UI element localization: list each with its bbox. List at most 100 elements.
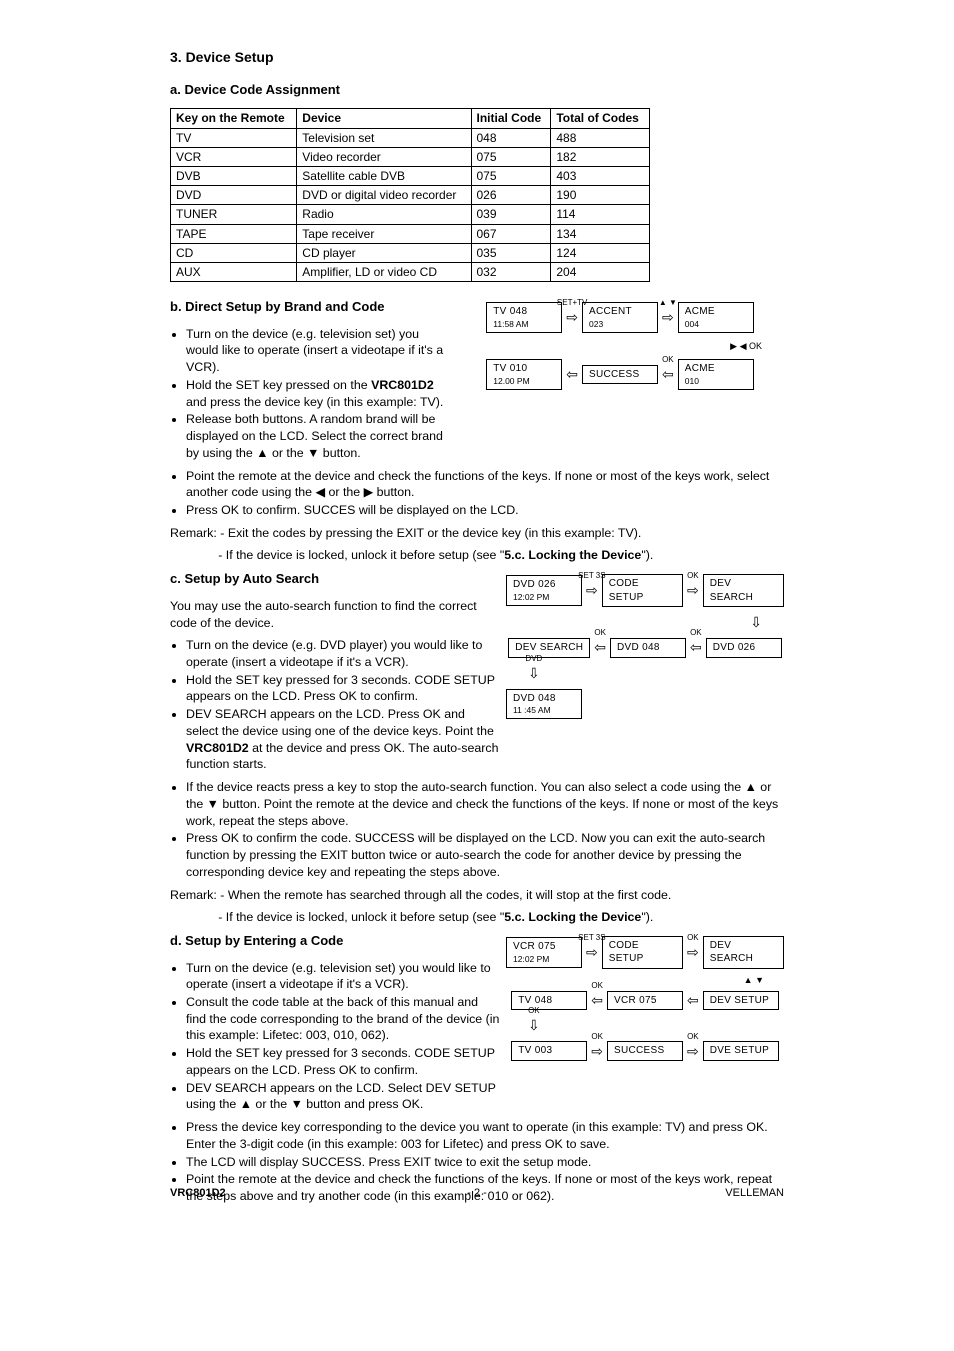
table-cell: 075 xyxy=(471,167,551,186)
list-item: Press OK to confirm. SUCCES will be disp… xyxy=(186,502,784,519)
nav-arrows-icon: ▲ ▼ xyxy=(744,975,764,985)
table-cell: Satellite cable DVB xyxy=(297,167,471,186)
footer-left: VRC801D2 xyxy=(170,1186,226,1201)
table-cell: Tape receiver xyxy=(297,224,471,243)
section-c-remark: Remark: - When the remote has searched t… xyxy=(170,887,784,904)
arrow-right-icon: SET 3S xyxy=(584,581,600,600)
arrow-down-icon: DVD xyxy=(526,664,542,683)
table-row: DVDDVD or digital video recorder026190 xyxy=(171,186,650,205)
list-item: If the device reacts press a key to stop… xyxy=(186,779,784,829)
device-code-table: Key on the Remote Device Initial Code To… xyxy=(170,108,650,282)
flow-c-box4: DEV SEARCH xyxy=(508,638,590,658)
flow-d-box2: CODE SETUP xyxy=(602,936,683,969)
table-cell: 075 xyxy=(471,147,551,166)
th-dev: Device xyxy=(297,109,471,128)
flow-b-box3: ACME004 xyxy=(678,302,754,333)
footer-center: - 2 - xyxy=(467,1186,487,1201)
arrow-left-icon: OK xyxy=(589,991,605,1010)
flow-b-box6: ACME010 xyxy=(678,359,754,390)
table-cell: TAPE xyxy=(171,224,297,243)
list-item: DEV SEARCH appears on the LCD. Select DE… xyxy=(186,1080,500,1113)
section-d-heading: d. Setup by Entering a Code xyxy=(170,932,500,950)
flow-b-box1: TV 04811:58 AM xyxy=(486,302,562,333)
table-cell: 182 xyxy=(551,147,650,166)
flow-b-box5: SUCCESS xyxy=(582,365,658,385)
table-row: CDCD player035124 xyxy=(171,243,650,262)
flow-c-box5: DVD 048 xyxy=(610,638,686,658)
table-cell: Television set xyxy=(297,128,471,147)
th-total: Total of Codes xyxy=(551,109,650,128)
table-cell: DVB xyxy=(171,167,297,186)
footer-right: VELLEMAN xyxy=(725,1186,784,1201)
arrow-right-icon: OK xyxy=(685,943,701,962)
table-cell: 048 xyxy=(471,128,551,147)
arrow-left-icon xyxy=(685,991,701,1010)
arrow-left-icon: OK xyxy=(660,365,676,384)
table-cell: AUX xyxy=(171,262,297,281)
arrow-left-icon xyxy=(564,365,580,384)
list-item: Release both buttons. A random brand wil… xyxy=(186,411,450,461)
table-cell: 488 xyxy=(551,128,650,147)
list-item: DEV SEARCH appears on the LCD. Press OK … xyxy=(186,706,500,773)
list-item: Hold the SET key pressed on the VRC801D2… xyxy=(186,377,450,410)
section-b-heading: b. Direct Setup by Brand and Code xyxy=(170,298,450,316)
table-cell: DVD xyxy=(171,186,297,205)
table-cell: 035 xyxy=(471,243,551,262)
flow-c-box7: DVD 04811 :45 AM xyxy=(506,689,582,720)
section-c-intro: You may use the auto-search function to … xyxy=(170,598,500,631)
table-cell: 204 xyxy=(551,262,650,281)
table-cell: TUNER xyxy=(171,205,297,224)
table-cell: 134 xyxy=(551,224,650,243)
list-item: Turn on the device (e.g. television set)… xyxy=(186,960,500,993)
table-row: DVBSatellite cable DVB075403 xyxy=(171,167,650,186)
arrow-right-icon: SET+TV xyxy=(564,308,580,327)
arrow-right-icon: ▲ ▼ xyxy=(660,308,676,327)
page-title: 3. Device Setup xyxy=(170,48,784,67)
arrow-right-icon: OK xyxy=(685,581,701,600)
arrow-right-icon: SET 3S xyxy=(584,943,600,962)
table-cell: Amplifier, LD or video CD xyxy=(297,262,471,281)
section-a-heading: a. Device Code Assignment xyxy=(170,81,784,99)
flow-d-box9: DVE SETUP xyxy=(703,1041,779,1061)
flow-d-box1: VCR 07512:02 PM xyxy=(506,937,582,968)
table-cell: 032 xyxy=(471,262,551,281)
section-b-remark: Remark: - Exit the codes by pressing the… xyxy=(170,525,784,542)
arrow-down-icon xyxy=(748,613,764,632)
list-item: Press OK to confirm the code. SUCCESS wi… xyxy=(186,830,784,880)
table-cell: Video recorder xyxy=(297,147,471,166)
flow-d-box7: TV 003 xyxy=(511,1041,587,1061)
table-cell: DVD or digital video recorder xyxy=(297,186,471,205)
table-cell: 114 xyxy=(551,205,650,224)
flow-d-box8: SUCCESS xyxy=(607,1041,683,1061)
list-item: Turn on the device (e.g. television set)… xyxy=(186,326,450,376)
section-b-remark2: - If the device is locked, unlock it bef… xyxy=(170,547,784,564)
flow-c-box2: CODE SETUP xyxy=(602,574,683,607)
table-row: TAPETape receiver067134 xyxy=(171,224,650,243)
table-cell: CD player xyxy=(297,243,471,262)
nav-arrows-icon: ▶ ◀ OK xyxy=(730,341,762,351)
flow-c-box1: DVD 02612:02 PM xyxy=(506,575,582,606)
flow-d-box3: DEV SEARCH xyxy=(703,936,784,969)
flow-b-box4: TV 01012.00 PM xyxy=(486,359,562,390)
flow-d-box4: TV 048 xyxy=(511,991,587,1011)
table-cell: 124 xyxy=(551,243,650,262)
table-cell: 067 xyxy=(471,224,551,243)
table-cell: TV xyxy=(171,128,297,147)
flow-c-box3: DEV SEARCH xyxy=(703,574,784,607)
arrow-right-icon: OK xyxy=(685,1042,701,1061)
table-cell: 190 xyxy=(551,186,650,205)
arrow-down-icon: OK xyxy=(526,1016,542,1035)
table-cell: 026 xyxy=(471,186,551,205)
th-key: Key on the Remote xyxy=(171,109,297,128)
table-cell: CD xyxy=(171,243,297,262)
list-item: Hold the SET key pressed for 3 seconds. … xyxy=(186,672,500,705)
table-row: TVTelevision set048488 xyxy=(171,128,650,147)
flow-d-box5: VCR 075 xyxy=(607,991,683,1011)
list-item: Point the remote at the device and check… xyxy=(186,468,784,501)
list-item: Turn on the device (e.g. DVD player) you… xyxy=(186,637,500,670)
table-cell: VCR xyxy=(171,147,297,166)
list-item: Press the device key corresponding to th… xyxy=(186,1119,784,1152)
table-row: VCRVideo recorder075182 xyxy=(171,147,650,166)
arrow-left-icon: OK xyxy=(688,638,704,657)
footer: VRC801D2 - 2 - VELLEMAN xyxy=(170,1186,784,1201)
